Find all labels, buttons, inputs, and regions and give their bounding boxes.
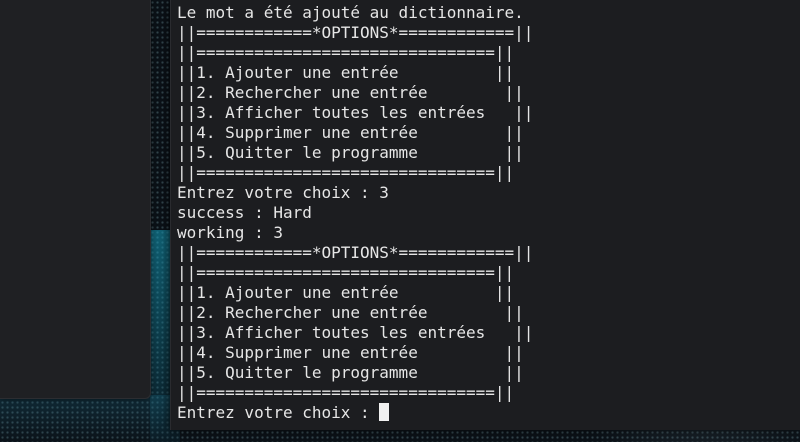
- terminal-output: Le mot a été ajouté au dictionnaire. ||=…: [177, 3, 800, 423]
- output-line: ||5. Quitter le programme ||: [177, 143, 524, 162]
- output-line: ||1. Ajouter une entrée ||: [177, 63, 515, 82]
- output-line: ||===============================||: [177, 383, 515, 402]
- output-line: ||2. Rechercher une entrée ||: [177, 83, 524, 102]
- output-line: ||===============================||: [177, 263, 515, 282]
- output-line: ||1. Ajouter une entrée ||: [177, 283, 515, 302]
- output-line: ||4. Supprimer une entrée ||: [177, 123, 524, 142]
- output-line: working : 3: [177, 223, 283, 242]
- output-line: Le mot a été ajouté au dictionnaire.: [177, 3, 524, 22]
- output-line: ||============*OPTIONS*============||: [177, 23, 534, 42]
- output-line: ||===============================||: [177, 163, 515, 182]
- text-cursor: [379, 403, 390, 421]
- output-line: ||3. Afficher toutes les entrées ||: [177, 103, 534, 122]
- input-prompt: Entrez votre choix :: [177, 403, 380, 422]
- output-line: ||2. Rechercher une entrée ||: [177, 303, 524, 322]
- output-line: ||3. Afficher toutes les entrées ||: [177, 323, 534, 342]
- output-line: ||============*OPTIONS*============||: [177, 243, 534, 262]
- input-prompt-line[interactable]: Entrez votre choix :: [177, 403, 800, 423]
- wallpaper-shape-bottom: [0, 395, 170, 442]
- output-line: success : Hard: [177, 203, 312, 222]
- output-line: ||4. Supprimer une entrée ||: [177, 343, 524, 362]
- output-line: ||5. Quitter le programme ||: [177, 363, 524, 382]
- output-line: Entrez votre choix : 3: [177, 183, 389, 202]
- terminal-window[interactable]: Le mot a été ajouté au dictionnaire. ||=…: [170, 0, 800, 430]
- output-line: ||===============================||: [177, 43, 515, 62]
- background-window[interactable]: [0, 0, 151, 399]
